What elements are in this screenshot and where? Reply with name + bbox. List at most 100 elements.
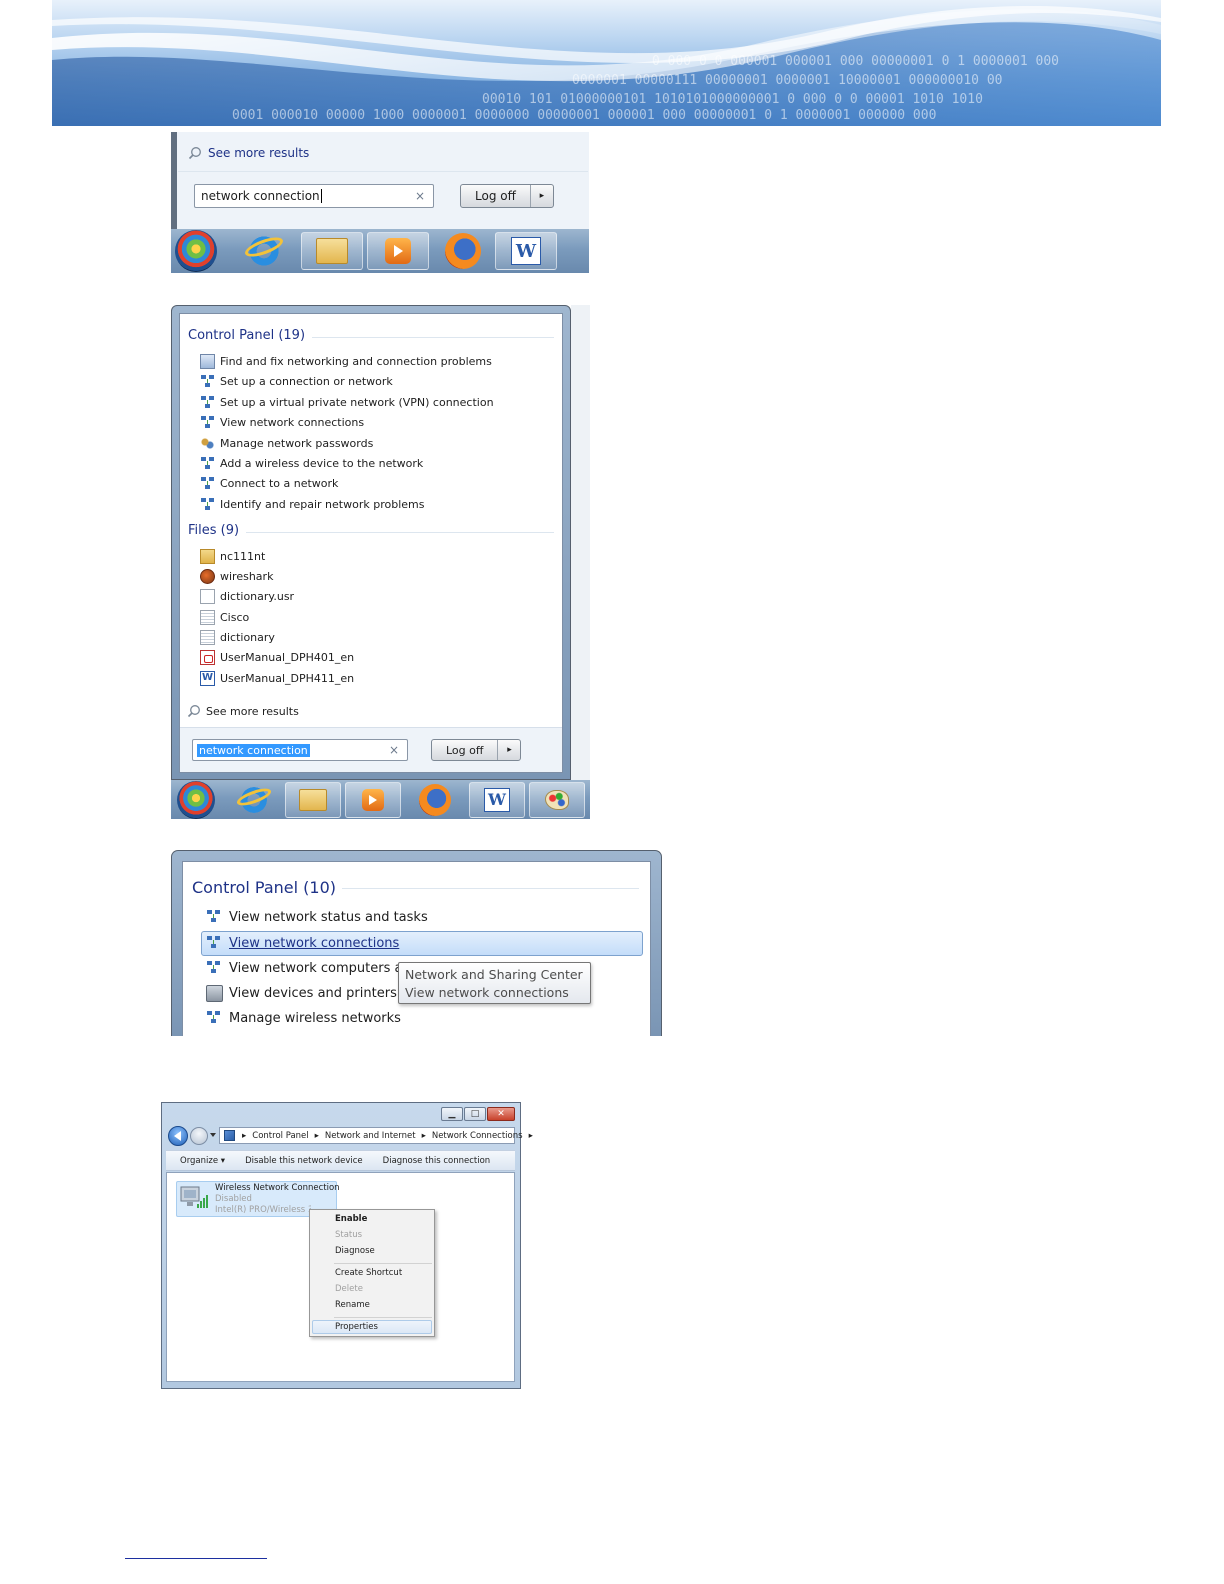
header-banner: 0 000 0 0 000001 000001 000 00000001 0 1… (52, 0, 1161, 126)
result-set-up-connection[interactable]: Set up a connection or network (200, 374, 393, 389)
result-find-fix-networking[interactable]: Find and fix networking and connection p… (200, 354, 492, 369)
taskbar-button-explorer[interactable] (285, 781, 341, 818)
taskbar-button-paint[interactable] (529, 781, 585, 818)
menu-item-rename[interactable]: Rename (335, 1300, 370, 1310)
see-more-results-label: See more results (208, 146, 310, 160)
result-view-network-status[interactable]: View network status and tasks (206, 909, 428, 926)
folder-icon (200, 549, 215, 564)
credentials-icon (200, 436, 215, 451)
taskbar-button-media-player[interactable] (367, 232, 429, 270)
printer-icon (206, 985, 223, 1002)
media-player-icon (385, 238, 411, 264)
firefox-icon[interactable] (445, 233, 481, 269)
menu-item-properties[interactable]: Properties (335, 1322, 378, 1332)
shutdown-options-arrow-icon[interactable]: ▸ (531, 185, 553, 207)
divider (246, 532, 554, 533)
file-nc111nt[interactable]: nc111nt (200, 549, 265, 564)
footer-rule (125, 1558, 267, 1559)
result-manage-wireless-networks[interactable]: Manage wireless networks (206, 1010, 401, 1027)
result-label: Find and fix networking and connection p… (220, 355, 492, 368)
menu-item-create-shortcut[interactable]: Create Shortcut (335, 1268, 402, 1278)
file-cisco[interactable]: Cisco (200, 610, 249, 625)
divider (178, 171, 588, 172)
clear-search-icon[interactable]: × (415, 189, 425, 203)
back-button[interactable] (168, 1126, 188, 1146)
text-caret (320, 189, 322, 203)
breadcrumb-network-and-internet[interactable]: Network and Internet (325, 1131, 416, 1141)
result-identify-repair[interactable]: Identify and repair network problems (200, 497, 424, 512)
search-input-value: network connection (201, 189, 320, 203)
file-label: UserManual_DPH401_en (220, 651, 355, 664)
result-view-network-connections[interactable]: View network connections (206, 935, 399, 952)
network-adapter-icon (179, 1184, 209, 1212)
file-wireshark[interactable]: wireshark (200, 569, 273, 584)
file-dictionary[interactable]: dictionary (200, 630, 275, 645)
context-menu: Enable Status Diagnose Create Shortcut D… (309, 1209, 435, 1337)
close-button[interactable]: ✕ (487, 1107, 515, 1121)
result-label: Add a wireless device to the network (220, 457, 424, 470)
file-usermanual-dph401[interactable]: UserManual_DPH401_en (200, 650, 354, 665)
connection-status: Disabled (215, 1194, 252, 1204)
clear-search-icon[interactable]: × (389, 743, 399, 757)
internet-explorer-icon[interactable] (235, 784, 273, 815)
start-search-input[interactable]: network connection × (194, 184, 434, 208)
banner-binary-line: 00010 101 01000000101 1010101000000001 0… (482, 92, 983, 107)
folder-icon (316, 238, 348, 264)
see-more-results-link[interactable]: See more results (188, 146, 309, 160)
file-label: dictionary.usr (220, 590, 295, 603)
taskbar: W (171, 229, 589, 273)
minimize-button[interactable]: ▁ (441, 1107, 463, 1121)
troubleshoot-icon (200, 354, 215, 369)
result-view-network-connections[interactable]: View network connections (200, 415, 364, 430)
menu-item-diagnose[interactable]: Diagnose (335, 1246, 375, 1256)
file-usermanual-dph411[interactable]: UserManual_DPH411_en (200, 671, 354, 686)
start-orb-icon[interactable] (175, 230, 217, 272)
firefox-icon[interactable] (419, 783, 451, 816)
internet-explorer-icon[interactable] (242, 233, 286, 268)
recent-pages-dropdown-icon[interactable] (210, 1133, 216, 1137)
diagnose-connection-button[interactable]: Diagnose this connection (373, 1156, 501, 1166)
taskbar-button-media-player[interactable] (345, 781, 401, 818)
forward-button[interactable] (190, 1127, 208, 1145)
log-off-button[interactable]: Log off ▸ (431, 739, 522, 761)
breadcrumb-network-connections[interactable]: Network Connections (432, 1131, 523, 1141)
see-more-results-link[interactable]: See more results (187, 704, 299, 718)
result-label: Manage wireless networks (229, 1011, 401, 1026)
organize-menu-button[interactable]: Organize ▾ (166, 1156, 235, 1166)
file-label: nc111nt (220, 550, 266, 563)
file-label: dictionary (220, 631, 275, 644)
taskbar-button-explorer[interactable] (301, 232, 363, 270)
start-orb-icon[interactable] (177, 780, 215, 819)
result-set-up-vpn[interactable]: Set up a virtual private network (VPN) c… (200, 395, 494, 410)
shutdown-options-arrow-icon[interactable]: ▸ (498, 740, 520, 760)
result-view-network-computers[interactable]: View network computers a (206, 960, 402, 977)
network-icon (206, 1010, 223, 1027)
result-add-wireless-device[interactable]: Add a wireless device to the network (200, 456, 423, 471)
menu-separator (334, 1317, 432, 1318)
result-label: Set up a virtual private network (VPN) c… (220, 396, 494, 409)
disable-device-button[interactable]: Disable this network device (235, 1156, 373, 1166)
tooltip-description: View network connections (405, 985, 569, 1000)
result-manage-network-passwords[interactable]: Manage network passwords (200, 436, 373, 451)
log-off-button[interactable]: Log off ▸ (460, 184, 554, 208)
menu-item-enable[interactable]: Enable (335, 1214, 367, 1224)
result-connect-to-network[interactable]: Connect to a network (200, 476, 338, 491)
taskbar: W (171, 780, 590, 819)
address-bar[interactable]: ▸ Control Panel ▸ Network and Internet ▸… (219, 1127, 533, 1144)
divider (342, 888, 639, 889)
start-search-input[interactable]: network connection × (192, 739, 408, 761)
network-icon (206, 909, 223, 926)
taskbar-button-word[interactable]: W (495, 232, 557, 270)
breadcrumb-separator: ▸ (528, 1130, 533, 1141)
network-icon (200, 476, 215, 491)
file-label: Cisco (220, 611, 250, 624)
word-icon: W (484, 787, 510, 812)
maximize-button[interactable]: □ (464, 1107, 486, 1121)
banner-binary-line: 0 000 0 0 000001 000001 000 00000001 0 1… (652, 54, 1059, 69)
media-player-icon (362, 788, 384, 811)
result-view-devices-printers[interactable]: View devices and printers (206, 985, 397, 1002)
taskbar-button-word[interactable]: W (469, 781, 525, 818)
file-dictionary-usr[interactable]: dictionary.usr (200, 589, 294, 604)
word-icon: W (511, 237, 541, 265)
breadcrumb-control-panel[interactable]: Control Panel (252, 1131, 308, 1141)
